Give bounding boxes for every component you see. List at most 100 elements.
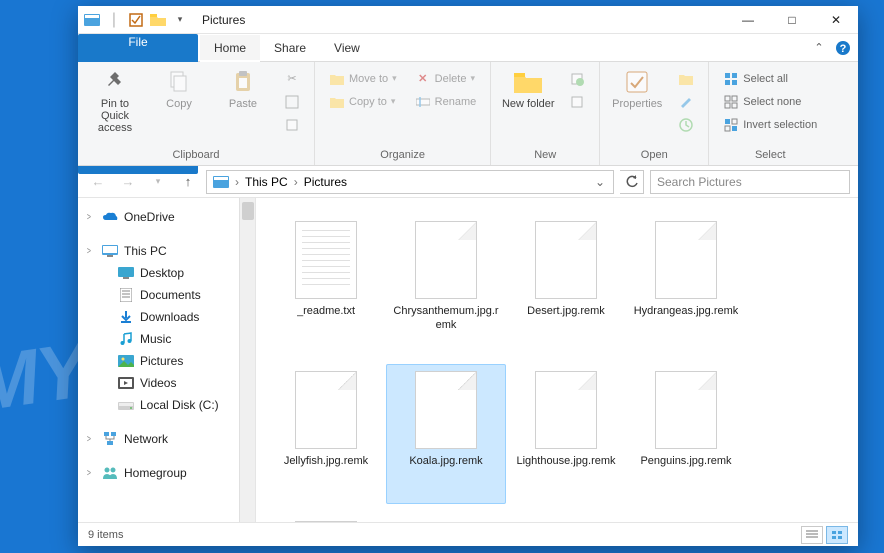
music-icon <box>118 331 134 347</box>
ribbon-group-select: Select all Select none Invert selection … <box>709 62 831 165</box>
rename-button[interactable]: Rename <box>411 91 481 112</box>
breadcrumb-sep-icon[interactable]: › <box>292 175 300 189</box>
selectall-button[interactable]: Select all <box>719 68 821 89</box>
tab-view[interactable]: View <box>320 34 374 61</box>
file-item[interactable]: Penguins.jpg.remk <box>626 364 746 504</box>
file-name: _readme.txt <box>297 305 355 319</box>
paste-shortcut-button[interactable] <box>280 114 304 135</box>
refresh-button[interactable] <box>620 170 644 194</box>
file-item[interactable]: Koala.jpg.remk <box>386 364 506 504</box>
nav-onedrive[interactable]: OneDrive <box>78 206 255 228</box>
view-icons-button[interactable] <box>826 526 848 544</box>
file-item[interactable]: Tulips.jpg.remk <box>266 514 386 522</box>
file-grid[interactable]: _readme.txt Chrysanthemum.jpg.remkDesert.… <box>256 198 858 522</box>
nav-videos[interactable]: Videos <box>78 372 255 394</box>
nav-downloads[interactable]: Downloads <box>78 306 255 328</box>
breadcrumb-sep-icon[interactable]: › <box>233 175 241 189</box>
paste-button[interactable]: Paste <box>216 68 270 110</box>
nav-homegroup[interactable]: Homegroup <box>78 462 255 484</box>
ribbon-group-organize: Move to ▾ Copy to ▾ ✕Delete ▾ Rename Org… <box>315 62 491 165</box>
breadcrumb-pictures[interactable]: Pictures <box>300 175 351 189</box>
easyaccess-button[interactable] <box>565 91 589 112</box>
explorer-window: | ▾ Pictures — □ ✕ File Home Share View … <box>78 6 858 546</box>
copyto-button[interactable]: Copy to ▾ <box>325 91 401 112</box>
invertselection-button[interactable]: Invert selection <box>719 114 821 135</box>
file-item[interactable]: _readme.txt <box>266 214 386 354</box>
blank-file-icon <box>295 521 357 522</box>
search-input[interactable]: Search Pictures <box>650 170 850 194</box>
group-label-open: Open <box>610 147 698 163</box>
edit-icon <box>678 94 694 110</box>
search-placeholder: Search Pictures <box>657 175 742 189</box>
cut-button[interactable]: ✂ <box>280 68 304 89</box>
blank-file-icon <box>295 371 357 449</box>
nav-back-button[interactable]: ← <box>86 170 110 194</box>
breadcrumb-bar[interactable]: › This PC › Pictures ⌄ <box>206 170 614 194</box>
copy-icon <box>163 68 195 96</box>
edit-button[interactable] <box>674 91 698 112</box>
file-item[interactable]: Lighthouse.jpg.remk <box>506 364 626 504</box>
newfolder-button[interactable]: New folder <box>501 68 555 110</box>
breadcrumb-root-icon[interactable] <box>209 176 233 188</box>
tab-home[interactable]: Home <box>200 35 260 62</box>
history-button[interactable] <box>674 114 698 135</box>
newitem-button[interactable] <box>565 68 589 89</box>
ribbon-collapse-icon[interactable]: ⌃ <box>806 34 832 61</box>
selectnone-button[interactable]: Select none <box>719 91 821 112</box>
nav-documents[interactable]: Documents <box>78 284 255 306</box>
properties-button[interactable]: Properties <box>610 68 664 110</box>
newitem-icon <box>569 71 585 87</box>
copy-button[interactable]: Copy <box>152 68 206 110</box>
nav-forward-button[interactable]: → <box>116 170 140 194</box>
copy-label: Copy <box>166 98 192 110</box>
file-item[interactable]: Chrysanthemum.jpg.remk <box>386 214 506 354</box>
qat-newfolder-icon[interactable] <box>148 10 168 30</box>
blank-file-icon <box>535 371 597 449</box>
file-item[interactable]: Hydrangeas.jpg.remk <box>626 214 746 354</box>
status-bar: 9 items <box>78 522 858 546</box>
file-name: Koala.jpg.remk <box>409 455 482 469</box>
paste-shortcut-icon <box>284 117 300 133</box>
breadcrumb-thispc[interactable]: This PC <box>241 175 292 189</box>
maximize-button[interactable]: □ <box>770 6 814 34</box>
ribbon-group-open: Properties Open <box>600 62 709 165</box>
ribbon-group-new: New folder New <box>491 62 600 165</box>
homegroup-icon <box>102 465 118 481</box>
explorer-icon <box>82 10 102 30</box>
open-icon <box>678 71 694 87</box>
breadcrumb-dropdown-icon[interactable]: ⌄ <box>589 175 611 189</box>
quick-access-toolbar: | ▾ <box>78 10 194 30</box>
nav-desktop[interactable]: Desktop <box>78 262 255 284</box>
pictures-icon <box>118 353 134 369</box>
help-icon[interactable]: ? <box>832 34 854 61</box>
nav-thispc[interactable]: This PC <box>78 240 255 262</box>
group-label-select: Select <box>719 147 821 163</box>
pin-quick-access-button[interactable]: Pin to Quick access <box>88 68 142 134</box>
file-item[interactable]: Jellyfish.jpg.remk <box>266 364 386 504</box>
nav-up-button[interactable]: ↑ <box>176 170 200 194</box>
file-name: Lighthouse.jpg.remk <box>516 455 615 469</box>
documents-icon <box>118 287 134 303</box>
view-details-button[interactable] <box>801 526 823 544</box>
moveto-button[interactable]: Move to ▾ <box>325 68 401 89</box>
status-itemcount: 9 items <box>88 529 123 541</box>
text-file-icon <box>295 221 357 299</box>
delete-button[interactable]: ✕Delete ▾ <box>411 68 481 89</box>
nav-localdisk[interactable]: Local Disk (C:) <box>78 394 255 416</box>
onedrive-icon <box>102 209 118 225</box>
close-button[interactable]: ✕ <box>814 6 858 34</box>
nav-music[interactable]: Music <box>78 328 255 350</box>
file-name: Penguins.jpg.remk <box>640 455 731 469</box>
thispc-icon <box>102 243 118 259</box>
pin-label: Pin to Quick access <box>88 98 142 134</box>
qat-properties-icon[interactable] <box>126 10 146 30</box>
qat-dropdown-icon[interactable]: ▾ <box>170 10 190 30</box>
copypath-button[interactable] <box>280 91 304 112</box>
open-button[interactable] <box>674 68 698 89</box>
minimize-button[interactable]: — <box>726 6 770 34</box>
nav-network[interactable]: Network <box>78 428 255 450</box>
file-item[interactable]: Desert.jpg.remk <box>506 214 626 354</box>
tab-share[interactable]: Share <box>260 34 320 61</box>
nav-pictures[interactable]: Pictures <box>78 350 255 372</box>
nav-recent-dropdown[interactable]: ▾ <box>146 170 170 194</box>
